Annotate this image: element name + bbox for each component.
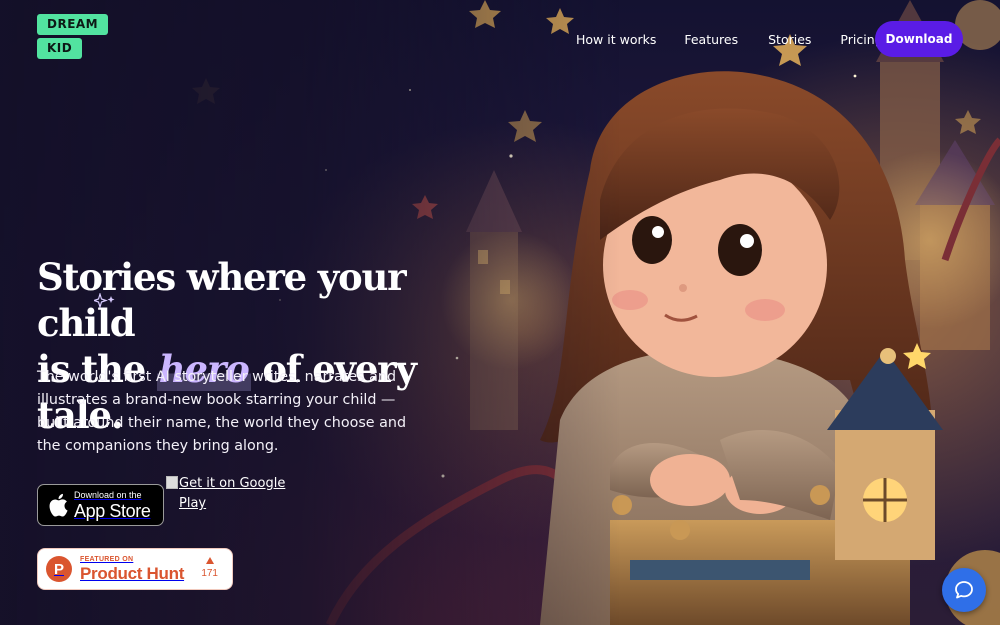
nav-link-features[interactable]: Features	[684, 32, 738, 47]
chat-button[interactable]	[942, 568, 986, 612]
hero-subtitle: The world's first AI storyteller writes,…	[37, 369, 407, 454]
app-store-badge[interactable]: Download on the App Store	[37, 484, 164, 526]
apple-icon	[49, 493, 68, 517]
product-hunt-big-text: Product Hunt	[80, 564, 185, 583]
logo-line-1: DREAM	[37, 14, 109, 35]
product-hunt-votes: 171	[201, 557, 218, 579]
chat-bubble-icon	[955, 581, 973, 599]
brand-logo[interactable]: DREAM KID	[37, 14, 109, 62]
main-nav: How it works Features Stories Pricing	[576, 32, 911, 47]
download-button[interactable]: Download	[875, 21, 963, 57]
broken-image-icon	[166, 476, 178, 489]
logo-line-2: KID	[37, 38, 83, 59]
headline-line-1: Stories where your child	[37, 255, 407, 345]
vote-count: 171	[201, 568, 218, 579]
upvote-triangle-icon	[205, 557, 214, 564]
sparkle-icon	[94, 293, 115, 310]
product-hunt-small-text: FEATURED ON	[80, 556, 134, 563]
product-hunt-logo-icon: P	[46, 556, 72, 582]
appstore-big-text: App Store	[74, 500, 151, 521]
nav-link-how-it-works[interactable]: How it works	[576, 32, 656, 47]
google-play-badge[interactable]: Get it on Google Play	[166, 474, 286, 514]
appstore-small-text: Download on the	[74, 489, 142, 500]
nav-link-stories[interactable]: Stories	[768, 32, 811, 47]
google-play-alt-text: Get it on Google Play	[179, 476, 286, 511]
product-hunt-badge[interactable]: P FEATURED ON Product Hunt 171	[37, 548, 233, 590]
